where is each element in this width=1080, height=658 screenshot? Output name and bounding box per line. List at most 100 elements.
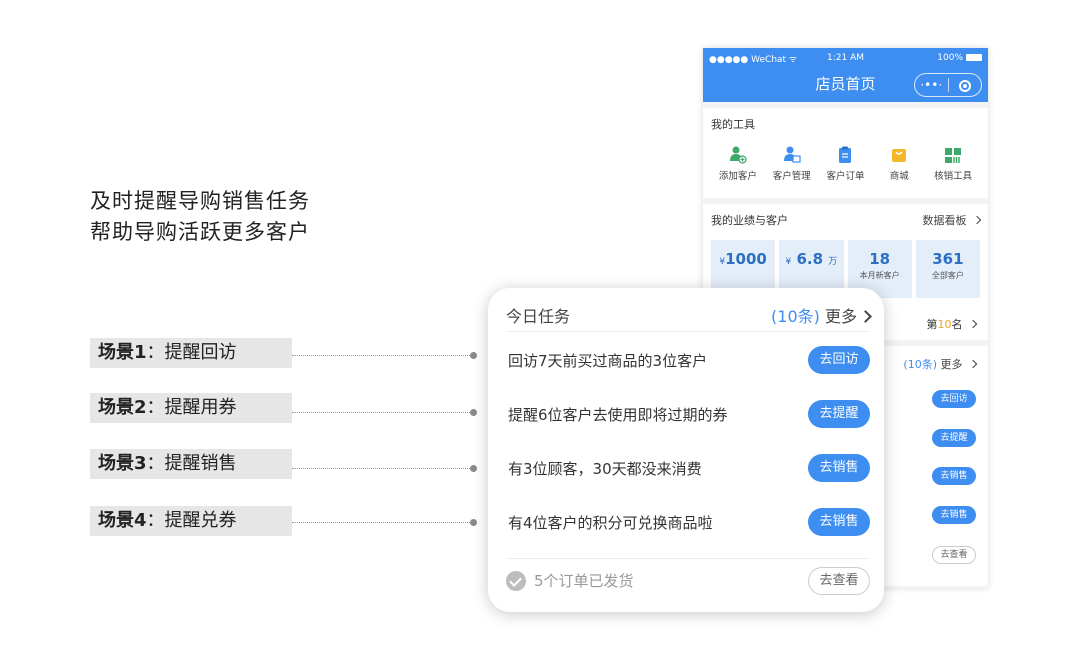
connector-dot (470, 352, 477, 359)
tasks-count: (10条) (903, 358, 937, 371)
scene-label-4: 场景4：提醒兑券 (90, 506, 292, 536)
tool-label: 添加客户 (718, 171, 757, 182)
headline-line1: 及时提醒导购销售任务 (90, 189, 310, 213)
rank-prefix: 第 (926, 318, 938, 331)
barcode-icon (944, 146, 962, 164)
task-text: 提醒6位客户去使用即将过期的券 (508, 405, 728, 424)
card-footer: 5个订单已发货 去查看 (506, 558, 870, 595)
status-bar: ●●●●● WeChat ᯤ 1:21 AM 100% (703, 48, 988, 68)
close-circle-icon[interactable] (949, 74, 982, 96)
chevron-right-icon (859, 309, 872, 323)
remind-button[interactable]: 去提醒 (808, 400, 870, 428)
check-circle-icon (506, 570, 526, 591)
card-title: 今日任务 (506, 306, 571, 326)
revisit-button[interactable]: 去回访 (808, 346, 870, 374)
sell-button[interactable]: 去销售 (808, 454, 870, 482)
connector-dot (470, 465, 477, 472)
scene-name: 提醒用券 (164, 397, 237, 418)
scene-sep: ： (146, 510, 165, 531)
task-text: 回访7天前买过商品的3位客户 (508, 351, 708, 370)
task-item: 回访7天前买过商品的3位客户 去回访 (508, 338, 870, 382)
tools-section: 我的工具 添加客户 客户管理 客户订单 商城 核销工具 (703, 108, 988, 198)
rank-suffix: 名 (951, 318, 963, 331)
tool-label: 客户管理 (772, 171, 811, 182)
chevron-right-icon (968, 319, 978, 329)
view-button[interactable]: 去查看 (808, 566, 870, 595)
scene-tag: 场景2 (98, 397, 147, 418)
tools-row: 添加客户 客户管理 客户订单 商城 核销工具 (711, 146, 980, 182)
task-text: 有4位客户的积分可兑换商品啦 (508, 513, 713, 532)
shipped-text: 5个订单已发货 (534, 572, 634, 590)
tool-customer-orders[interactable]: 客户订单 (819, 146, 873, 182)
shop-bag-icon (890, 146, 908, 164)
scene-name: 提醒回访 (164, 342, 237, 363)
connector-dot (470, 409, 477, 416)
task-item: 有3位顾客，30天都没来消费 去销售 (508, 446, 870, 490)
connector-line (292, 355, 474, 356)
more-dots-icon[interactable]: ·••· (915, 74, 948, 96)
connector-line (292, 412, 474, 413)
scene-label-1: 场景1：提醒回访 (90, 338, 292, 368)
scene-sep: ： (146, 453, 165, 474)
ranking-link[interactable]: 第10名 (926, 316, 978, 332)
tool-verify[interactable]: 核销工具 (926, 146, 980, 182)
scene-label-3: 场景3：提醒销售 (90, 449, 292, 479)
scene-tag: 场景3 (98, 453, 147, 474)
stat-value: ¥ 6.8 万 (785, 250, 838, 268)
sell-button[interactable]: 去销售 (932, 467, 976, 485)
tasks-more-label: 更多 (940, 358, 963, 371)
status-time: 1:21 AM (827, 53, 864, 63)
tool-shop[interactable]: 商城 (872, 146, 926, 182)
connector-line (292, 468, 474, 469)
tools-title: 我的工具 (711, 118, 755, 131)
performance-header: 我的业绩与客户 数据看板 (711, 212, 982, 228)
connector-line (292, 522, 474, 523)
scene-sep: ： (146, 342, 165, 363)
stat-value: 18 (869, 250, 891, 268)
tasks-count: (10条) (771, 306, 820, 326)
nav-bar: 店员首页 ·••· (703, 68, 988, 102)
sell-button[interactable]: 去销售 (808, 508, 870, 536)
more-label: 更多 (824, 306, 857, 326)
tool-add-customer[interactable]: 添加客户 (711, 146, 765, 182)
tool-manage-customers[interactable]: 客户管理 (765, 146, 819, 182)
battery-icon (966, 54, 982, 61)
performance-title: 我的业绩与客户 (711, 214, 788, 227)
tasks-more-link[interactable]: (10条) 更多 (903, 356, 978, 372)
data-board-link[interactable]: 数据看板 (922, 212, 982, 228)
view-button[interactable]: 去查看 (932, 546, 976, 564)
more-tasks-link[interactable]: (10条) 更多 (771, 303, 872, 327)
stat-label: 本月新客户 (859, 271, 900, 280)
chevron-right-icon (968, 359, 978, 369)
sell-button[interactable]: 去销售 (932, 506, 976, 524)
shipped-status: 5个订单已发货 (506, 570, 634, 591)
scene-name: 提醒销售 (164, 453, 237, 474)
card-header: 今日任务 (10条) 更多 (506, 303, 872, 332)
headline: 及时提醒导购销售任务 帮助导购活跃更多客户 (90, 186, 310, 248)
battery-status: 100% (891, 53, 982, 63)
scene-label-2: 场景2：提醒用券 (90, 393, 292, 423)
data-board-label: 数据看板 (922, 214, 967, 227)
scene-tag: 场景4 (98, 510, 147, 531)
add-user-icon (729, 146, 747, 164)
chevron-right-icon (972, 215, 982, 225)
mini-program-capsule[interactable]: ·••· (914, 73, 982, 97)
connector-dot (470, 519, 477, 526)
stat-value: 361 (932, 250, 964, 268)
remind-button[interactable]: 去提醒 (932, 429, 976, 447)
tool-label: 核销工具 (934, 171, 973, 182)
stat-all-customers[interactable]: 361 全部客户 (915, 240, 980, 298)
task-item: 有4位客户的积分可兑换商品啦 去销售 (508, 500, 870, 544)
tool-label: 商城 (889, 171, 909, 182)
today-tasks-card: 今日任务 (10条) 更多 回访7天前买过商品的3位客户 去回访 提醒6位客户去… (488, 288, 884, 612)
stat-value: ¥1000 (719, 250, 767, 268)
stat-label: 全部客户 (931, 271, 964, 280)
revisit-button[interactable]: 去回访 (932, 390, 976, 408)
tool-label: 客户订单 (826, 171, 865, 182)
rank-value: 10 (937, 318, 952, 331)
scene-sep: ： (146, 397, 165, 418)
battery-percent: 100% (937, 53, 963, 63)
manage-users-icon (783, 146, 801, 164)
task-item: 提醒6位客户去使用即将过期的券 去提醒 (508, 392, 870, 436)
scene-name: 提醒兑券 (164, 510, 237, 531)
